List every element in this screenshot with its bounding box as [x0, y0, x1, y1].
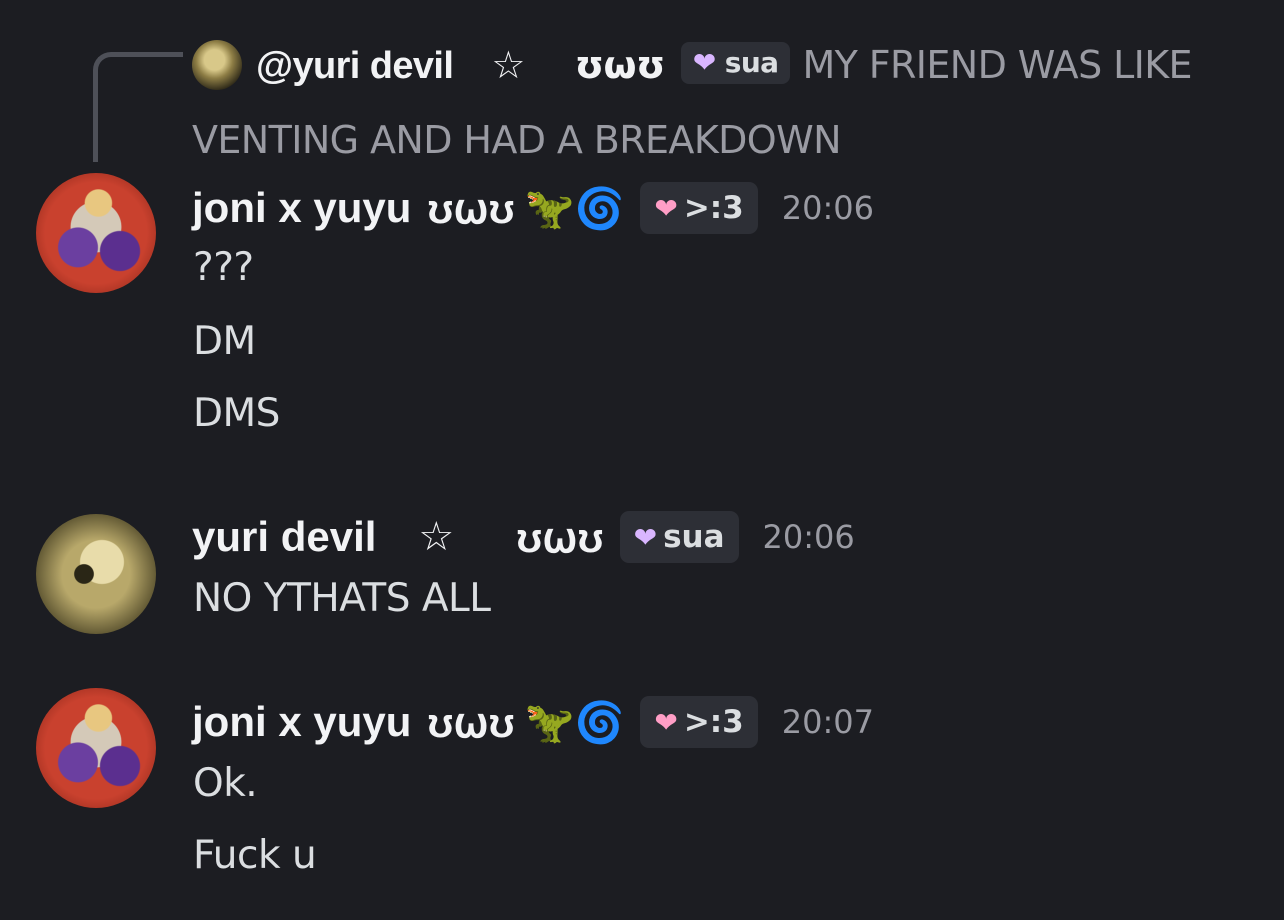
username[interactable]: yuri devil: [192, 513, 376, 561]
timestamp[interactable]: 20:06: [782, 189, 874, 227]
avatar[interactable]: [36, 688, 156, 808]
name-face: ʊ⍵ʊ: [427, 184, 515, 232]
message-text: ???: [193, 245, 254, 290]
timestamp[interactable]: 20:06: [763, 518, 855, 556]
message-text: Fuck u: [193, 833, 317, 878]
message-header: yuri devil ☆ ʊ⍵ʊ ❤ sua 20:06: [192, 507, 855, 567]
message-header: joni x yuyu ʊ⍵ʊ 🦖 🌀 ❤ >:3 20:07: [192, 692, 874, 752]
chat-messages: @yuri devil ☆ ʊ⍵ʊ ❤ sua MY FRIEND WAS LIKE V…: [0, 0, 1284, 920]
username[interactable]: joni x yuyu: [192, 698, 411, 746]
pink-heart-icon: ❤: [654, 191, 678, 225]
reply-star: ☆: [491, 43, 525, 87]
badge-label: >:3: [683, 704, 744, 740]
role-badge[interactable]: ❤ sua: [619, 511, 739, 563]
name-face: ʊ⍵ʊ: [516, 513, 604, 561]
reply-author[interactable]: @yuri devil: [256, 45, 454, 87]
avatar[interactable]: [36, 173, 156, 293]
message-text: Ok.: [193, 761, 258, 806]
reply-text-line1: MY FRIEND WAS LIKE: [802, 43, 1192, 87]
name-star: ☆: [418, 514, 455, 560]
dinosaur-icon: 🦖: [524, 185, 575, 232]
role-badge[interactable]: ❤ >:3: [640, 696, 758, 748]
timestamp[interactable]: 20:07: [782, 703, 874, 741]
lilac-heart-icon: ❤: [692, 46, 716, 79]
reply-text-line2: VENTING AND HAD A BREAKDOWN: [192, 118, 842, 162]
reply-face: ʊ⍵ʊ: [574, 43, 666, 87]
username[interactable]: joni x yuyu: [192, 184, 411, 232]
reply-connector-line: [93, 52, 183, 162]
name-face: ʊ⍵ʊ: [427, 698, 515, 746]
message-text: DMS: [193, 391, 280, 436]
reply-reference[interactable]: @yuri devil ☆ ʊ⍵ʊ ❤ sua MY FRIEND WAS LIKE V…: [192, 28, 1232, 177]
role-badge[interactable]: ❤ >:3: [640, 182, 758, 234]
message-header: joni x yuyu ʊ⍵ʊ 🦖 🌀 ❤ >:3 20:06: [192, 178, 874, 238]
message-text: DM: [193, 319, 256, 364]
avatar[interactable]: [36, 514, 156, 634]
reply-avatar[interactable]: [192, 40, 242, 90]
badge-label: sua: [663, 519, 725, 555]
cyclone-icon: 🌀: [574, 699, 625, 746]
dinosaur-icon: 🦖: [524, 699, 575, 746]
lilac-heart-icon: ❤: [633, 520, 658, 554]
badge-label: >:3: [683, 190, 744, 226]
message-text: NO YTHATS ALL: [193, 576, 491, 621]
pink-heart-icon: ❤: [654, 705, 678, 739]
reply-tag-label: sua: [724, 46, 779, 79]
reply-tag: ❤ sua: [680, 42, 791, 84]
cyclone-icon: 🌀: [574, 185, 625, 232]
